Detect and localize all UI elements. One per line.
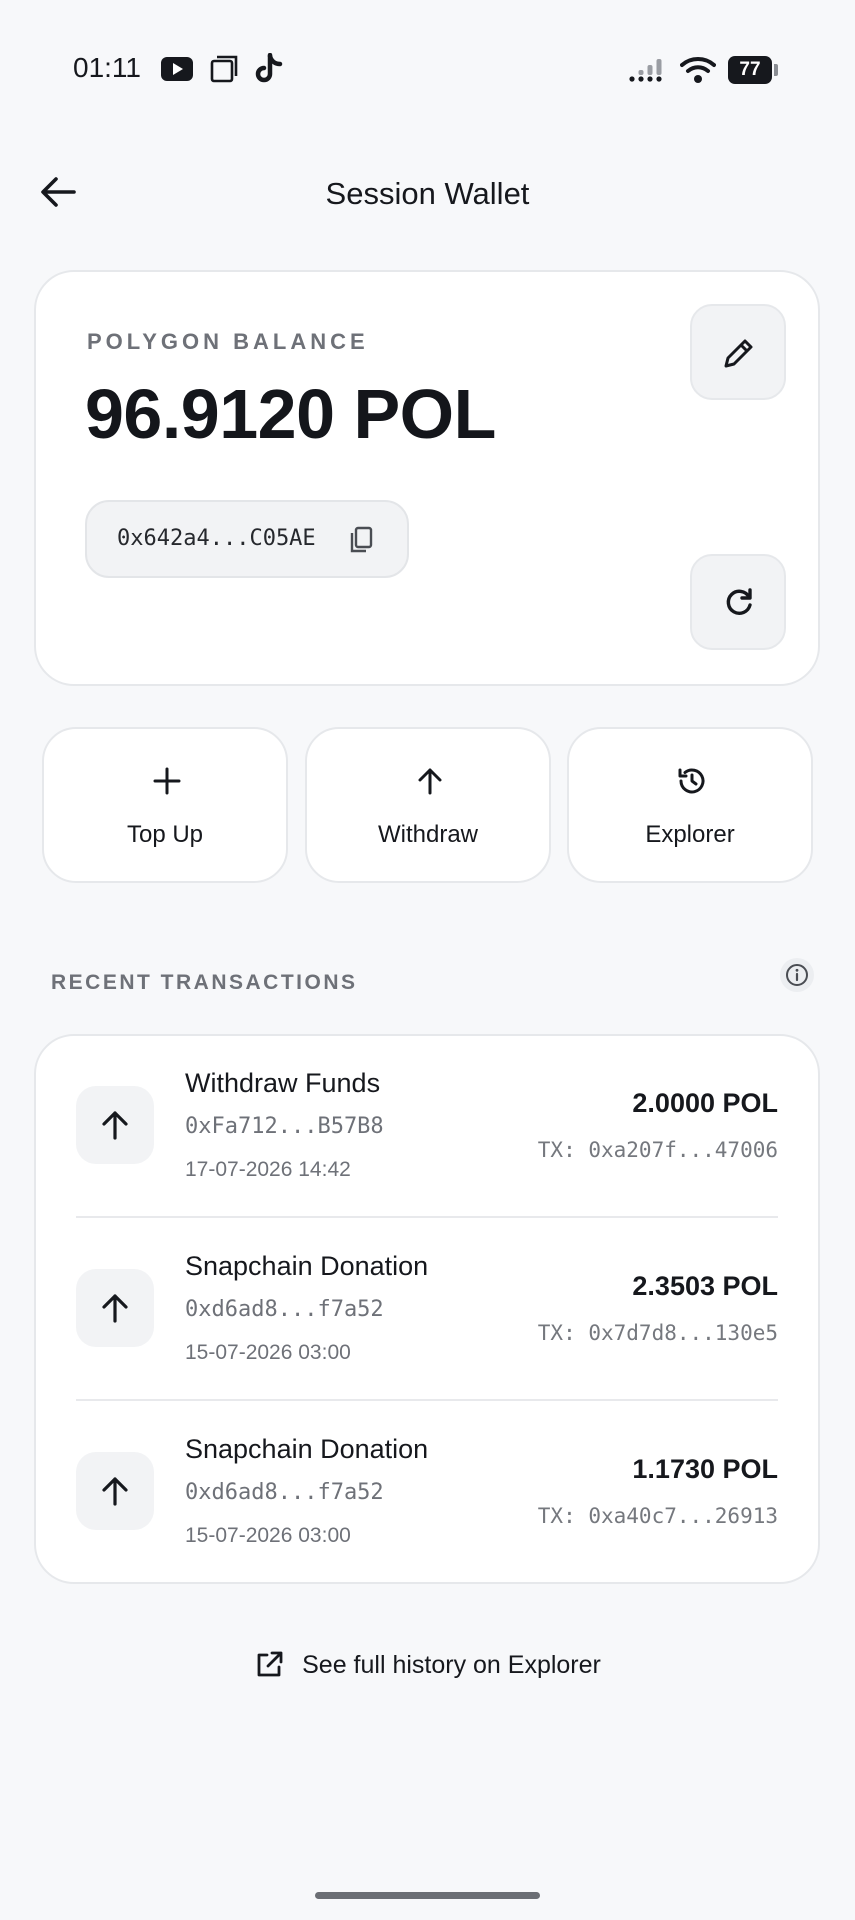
battery-cap <box>774 64 778 76</box>
top-up-label: Top Up <box>126 821 204 848</box>
signal-icon <box>629 59 662 82</box>
wallet-address: 0x642a4...C05AE <box>117 526 316 551</box>
transaction-row[interactable]: Withdraw Funds 0xFa712...B57B8 17-07-202… <box>34 1034 820 1216</box>
tx-amount: 2.3503 POL <box>632 1271 778 1301</box>
tx-address: 0xFa712...B57B8 <box>185 1114 384 1139</box>
balance-label: POLYGON BALANCE <box>87 329 369 354</box>
status-time: 01:11 <box>73 52 141 83</box>
arrow-up-icon <box>102 1477 128 1506</box>
tx-hash: TX: 0xa207f...47006 <box>537 1138 778 1162</box>
tx-title: Withdraw Funds <box>185 1068 381 1098</box>
page-title: Session Wallet <box>325 176 530 211</box>
info-icon <box>786 964 808 986</box>
tx-date: 17-07-2026 14:42 <box>185 1158 351 1181</box>
info-button[interactable] <box>780 958 814 992</box>
home-indicator[interactable] <box>315 1892 540 1899</box>
arrow-up-icon <box>418 768 442 795</box>
pencil-icon <box>724 339 753 368</box>
recent-transactions-title: RECENT TRANSACTIONS <box>51 971 358 994</box>
arrow-up-icon <box>102 1111 128 1140</box>
tx-title: Snapchain Donation <box>185 1251 429 1281</box>
full-history-text: See full history on Explorer <box>302 1650 601 1679</box>
arrow-up-icon <box>102 1294 128 1323</box>
edit-button[interactable] <box>690 304 786 400</box>
refresh-button[interactable] <box>690 554 786 650</box>
external-link-icon <box>257 1651 283 1677</box>
copy-icon <box>350 526 373 553</box>
wallet-address-pill[interactable]: 0x642a4...C05AE <box>85 500 409 578</box>
transaction-row[interactable]: Snapchain Donation 0xd6ad8...f7a52 15-07… <box>34 1217 820 1399</box>
tx-icon-box <box>76 1269 154 1347</box>
tx-amount: 2.0000 POL <box>632 1088 778 1118</box>
tx-hash: TX: 0x7d7d8...130e5 <box>537 1321 778 1345</box>
explorer-label: Explorer <box>645 821 735 848</box>
history-icon <box>678 768 705 794</box>
square-stack-icon <box>210 55 238 83</box>
tx-date: 15-07-2026 03:00 <box>185 1524 351 1547</box>
tx-title: Snapchain Donation <box>185 1434 429 1464</box>
battery-icon: 77 <box>728 56 778 84</box>
explorer-button[interactable]: Explorer <box>567 727 813 883</box>
withdraw-label: Withdraw <box>377 821 479 848</box>
status-bar: 01:11 77 <box>0 0 855 140</box>
tx-icon-box <box>76 1086 154 1164</box>
tx-address: 0xd6ad8...f7a52 <box>185 1297 384 1322</box>
withdraw-button[interactable]: Withdraw <box>305 727 551 883</box>
tx-amount: 1.1730 POL <box>632 1454 778 1484</box>
battery-level: 77 <box>728 56 772 84</box>
youtube-icon <box>161 57 193 81</box>
top-up-button[interactable]: Top Up <box>42 727 288 883</box>
plus-icon <box>153 767 181 795</box>
tx-hash: TX: 0xa40c7...26913 <box>537 1504 778 1528</box>
tx-icon-box <box>76 1452 154 1530</box>
wifi-icon <box>680 57 716 83</box>
full-history-link[interactable]: See full history on Explorer <box>0 1650 855 1690</box>
balance-value: 96.9120 POL <box>85 375 496 453</box>
tx-date: 15-07-2026 03:00 <box>185 1341 351 1364</box>
refresh-icon <box>726 588 752 615</box>
transaction-row[interactable]: Snapchain Donation 0xd6ad8...f7a52 15-07… <box>34 1400 820 1582</box>
tiktok-icon <box>255 53 283 83</box>
tx-address: 0xd6ad8...f7a52 <box>185 1480 384 1505</box>
